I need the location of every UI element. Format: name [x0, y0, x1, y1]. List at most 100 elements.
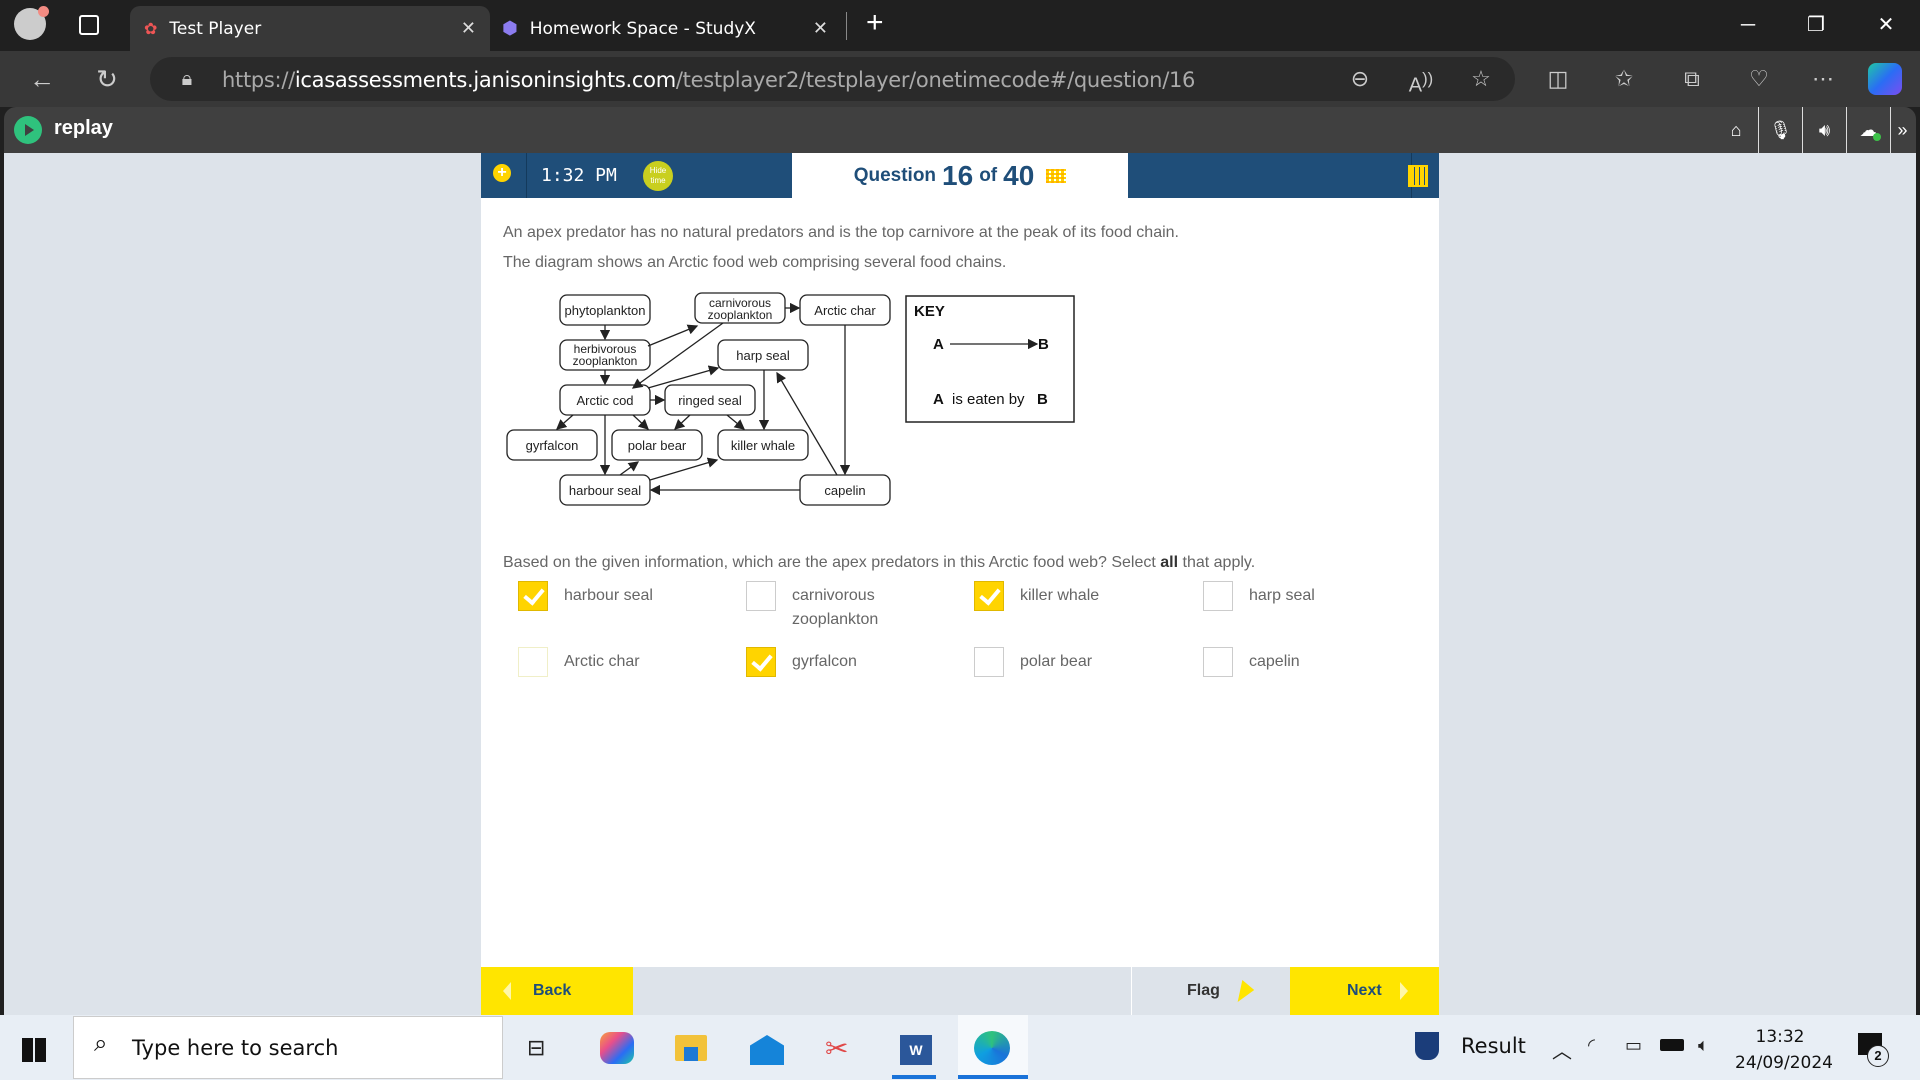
volume-icon[interactable]: 🔈︎: [1698, 1035, 1709, 1056]
svg-text:polar bear: polar bear: [628, 438, 687, 453]
word-icon[interactable]: W: [900, 1035, 932, 1065]
checkbox-unchecked[interactable]: [1203, 647, 1233, 677]
wifi-icon[interactable]: ◜: [1588, 1035, 1595, 1056]
restore-button[interactable]: ❐: [1796, 10, 1836, 40]
copilot-taskbar-icon[interactable]: [600, 1032, 634, 1064]
mail-icon[interactable]: [750, 1035, 784, 1065]
option-harbour-seal[interactable]: harbour seal: [518, 581, 653, 611]
back-arrow-icon[interactable]: ←: [25, 62, 59, 96]
tab-studyx[interactable]: ⬢ Homework Space - StudyX ✕: [492, 6, 842, 51]
node-arctic-cod: Arctic cod: [559, 384, 651, 416]
clock-time: 13:32: [1755, 1027, 1805, 1047]
windows-start-icon[interactable]: [22, 1038, 46, 1062]
speaker-icon[interactable]: 🔊︎: [1802, 107, 1846, 153]
node-carnivorous-zooplankton: carnivorouszooplankton: [694, 292, 786, 324]
calculator-icon[interactable]: [1408, 165, 1428, 187]
minimize-button[interactable]: ─: [1728, 10, 1768, 40]
tab-title: Homework Space - StudyX: [529, 18, 756, 39]
microphone-icon[interactable]: 🎙︎: [1758, 107, 1802, 153]
node-killer-whale: killer whale: [717, 429, 809, 461]
tab-test-player[interactable]: ✿ Test Player ✕: [130, 6, 490, 51]
node-herbivorous-zooplankton: herbivorouszooplankton: [559, 339, 651, 371]
hide-time-button[interactable]: Hide time: [643, 161, 673, 191]
news-widget[interactable]: Result: [1415, 1032, 1526, 1060]
cloud-icon[interactable]: ☁: [1846, 107, 1890, 153]
news-text: Result: [1461, 1034, 1526, 1058]
flag-label: Flag: [1187, 982, 1220, 999]
profile-avatar-icon[interactable]: [14, 6, 49, 40]
magnifier-zoom-icon[interactable]: +: [493, 164, 511, 182]
option-killer-whale[interactable]: killer whale: [974, 581, 1099, 611]
checkbox-unchecked[interactable]: [974, 647, 1004, 677]
checkbox-unchecked[interactable]: [518, 647, 548, 677]
option-harp-seal[interactable]: harp seal: [1203, 581, 1315, 611]
read-aloud-icon[interactable]: A)): [1404, 62, 1438, 97]
copilot-icon[interactable]: [1868, 63, 1902, 95]
file-explorer-icon[interactable]: [675, 1035, 707, 1061]
show-hidden-icons[interactable]: ︿: [1552, 1035, 1572, 1064]
address-bar[interactable]: 🔒︎ https://icasassessments.janisoninsigh…: [150, 57, 1515, 101]
arrow: [726, 414, 746, 430]
checkbox-unchecked[interactable]: [1203, 581, 1233, 611]
tab-actions-icon[interactable]: [79, 15, 99, 35]
more-menu-icon[interactable]: ⋯: [1806, 62, 1840, 96]
flag-icon: [1237, 980, 1257, 1002]
flag-button[interactable]: Flag: [1132, 967, 1290, 1015]
edge-icon: [974, 1031, 1010, 1065]
svg-text:zooplankton: zooplankton: [573, 354, 638, 368]
checkbox-unchecked[interactable]: [746, 581, 776, 611]
next-button[interactable]: Next: [1290, 967, 1439, 1015]
task-view-icon[interactable]: ⊟: [527, 1035, 545, 1061]
back-button[interactable]: Back: [481, 967, 633, 1015]
close-tab-icon[interactable]: ✕: [813, 18, 828, 39]
refresh-icon[interactable]: ↻: [90, 62, 124, 96]
favorite-star-icon[interactable]: ☆: [1464, 62, 1498, 96]
tab-favicon-icon: ⬢: [502, 18, 518, 39]
new-tab-button[interactable]: +: [866, 6, 884, 40]
taskbar-search-box[interactable]: ⌕ Type here to search: [73, 1016, 503, 1079]
node-harbour-seal: harbour seal: [559, 474, 651, 506]
question-grid-icon[interactable]: [1046, 168, 1067, 183]
split-screen-icon[interactable]: ◫: [1541, 62, 1575, 96]
option-arctic-char[interactable]: Arctic char: [518, 647, 640, 677]
home-icon[interactable]: ⌂: [1714, 107, 1758, 153]
question-intro-1: An apex predator has no natural predator…: [503, 224, 1179, 241]
arrow: [619, 461, 640, 476]
option-carnivorous-zooplankton[interactable]: carnivorous zooplankton: [746, 581, 892, 632]
svg-text:is eaten by: is eaten by: [952, 391, 1025, 408]
checkbox-checked[interactable]: [518, 581, 548, 611]
svg-text:A: A: [933, 391, 944, 408]
arrow: [649, 457, 719, 481]
favorites-icon[interactable]: ✩: [1607, 62, 1641, 96]
close-window-button[interactable]: ✕: [1866, 10, 1906, 40]
svg-text:B: B: [1037, 391, 1048, 408]
collections-icon[interactable]: ⧉: [1675, 62, 1709, 96]
browser-essentials-icon[interactable]: ♡: [1742, 62, 1776, 96]
svg-text:gyrfalcon: gyrfalcon: [526, 438, 579, 453]
svg-text:phytoplankton: phytoplankton: [565, 303, 646, 318]
svg-text:ringed seal: ringed seal: [678, 393, 742, 408]
replay-logo-text: replay: [54, 117, 113, 139]
option-gyrfalcon[interactable]: gyrfalcon: [746, 647, 857, 677]
snipping-tool-icon[interactable]: ✂: [825, 1032, 848, 1065]
battery-icon[interactable]: [1660, 1039, 1684, 1051]
option-capelin[interactable]: capelin: [1203, 647, 1300, 677]
arrow: [632, 414, 649, 430]
lock-icon[interactable]: 🔒︎: [170, 62, 204, 96]
edge-taskbar-button[interactable]: [958, 1015, 1028, 1080]
option-label: harbour seal: [564, 587, 653, 604]
nfl-icon: [1415, 1032, 1439, 1060]
option-polar-bear[interactable]: polar bear: [974, 647, 1092, 677]
checkbox-checked[interactable]: [746, 647, 776, 677]
camera-icon[interactable]: ▭: [1625, 1035, 1642, 1056]
tab-favicon-icon: ✿: [144, 19, 158, 38]
zoom-out-icon[interactable]: ⊖: [1343, 62, 1377, 96]
back-label: Back: [533, 982, 572, 999]
node-arctic-char: Arctic char: [799, 294, 891, 326]
url-text[interactable]: https://icasassessments.janisoninsights.…: [222, 68, 1195, 92]
svg-text:KEY: KEY: [914, 303, 945, 320]
expand-toolbar-icon[interactable]: »: [1890, 107, 1914, 153]
clock[interactable]: 13:32 24/09/2024: [1735, 1024, 1833, 1076]
checkbox-checked[interactable]: [974, 581, 1004, 611]
close-tab-icon[interactable]: ✕: [461, 18, 476, 39]
